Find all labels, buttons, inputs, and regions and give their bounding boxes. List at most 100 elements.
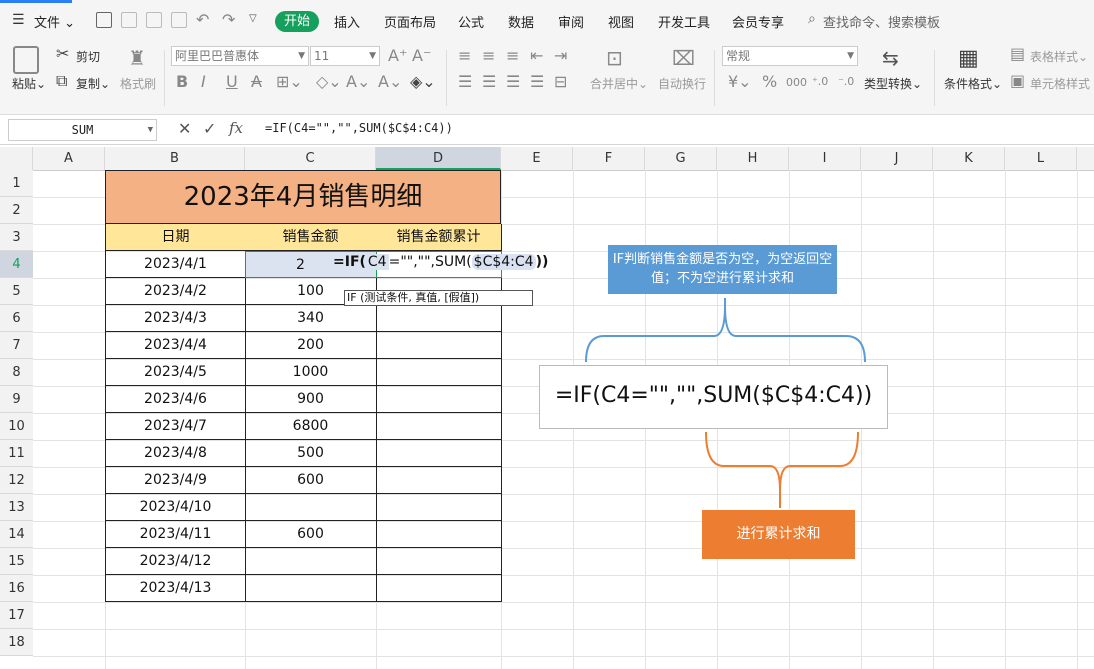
- cell-cumulative[interactable]: [376, 575, 502, 602]
- format-painter-button[interactable]: 格式刷: [120, 75, 156, 92]
- cell-cumulative[interactable]: [376, 386, 502, 413]
- justify-icon[interactable]: ☰: [530, 72, 544, 91]
- distribute-icon[interactable]: ⊟: [554, 72, 567, 91]
- row-header-17[interactable]: 17: [0, 602, 33, 629]
- cell-date[interactable]: 2023/4/1: [105, 251, 246, 278]
- cut-button[interactable]: 剪切: [76, 48, 100, 65]
- column-header-i[interactable]: I: [789, 147, 861, 170]
- column-header-g[interactable]: G: [645, 147, 717, 170]
- cell-date[interactable]: 2023/4/4: [105, 332, 246, 359]
- save-icon[interactable]: [96, 12, 112, 28]
- row-header-5[interactable]: 5: [0, 278, 33, 305]
- search-icon[interactable]: ⌕: [808, 11, 816, 27]
- tab-insert[interactable]: 插入: [334, 12, 360, 31]
- row-header-12[interactable]: 12: [0, 467, 33, 494]
- cell-cumulative[interactable]: [376, 359, 502, 386]
- confirm-icon[interactable]: ✓: [203, 119, 216, 138]
- redo-icon[interactable]: ↷: [222, 10, 235, 29]
- header-amount[interactable]: 销售金额: [245, 224, 377, 251]
- cell-date[interactable]: 2023/4/3: [105, 305, 246, 332]
- row-header-13[interactable]: 13: [0, 494, 33, 521]
- header-cumulative[interactable]: 销售金额累计: [376, 224, 502, 251]
- row-header-9[interactable]: 9: [0, 386, 33, 413]
- row-header-2[interactable]: 2: [0, 197, 33, 224]
- column-header-k[interactable]: K: [933, 147, 1005, 170]
- cell-cumulative[interactable]: [376, 467, 502, 494]
- cell-date[interactable]: 2023/4/13: [105, 575, 246, 602]
- align-bottom-icon[interactable]: ≡: [506, 46, 519, 65]
- thousands-icon[interactable]: 000: [786, 76, 807, 89]
- column-header-e[interactable]: E: [501, 147, 573, 170]
- cell-date[interactable]: 2023/4/9: [105, 467, 246, 494]
- column-header-a[interactable]: A: [33, 147, 105, 170]
- function-icon[interactable]: fx: [229, 119, 243, 137]
- name-box[interactable]: SUM ▼: [8, 119, 157, 141]
- cell-date[interactable]: 2023/4/12: [105, 548, 246, 575]
- tab-developer[interactable]: 开发工具: [658, 12, 710, 31]
- cell-amount[interactable]: [245, 548, 377, 575]
- type-convert-button[interactable]: 类型转换⌄: [864, 75, 922, 92]
- column-header-j[interactable]: J: [861, 147, 933, 170]
- font-grow-icon[interactable]: A⁺: [388, 46, 407, 65]
- eraser-icon[interactable]: ◈⌄: [410, 72, 436, 91]
- cancel-icon[interactable]: ✕: [178, 119, 191, 138]
- font-color-icon[interactable]: A⌄: [346, 72, 370, 91]
- align-left-icon[interactable]: ☰: [458, 72, 472, 91]
- align-center-icon[interactable]: ☰: [482, 72, 496, 91]
- formula-input[interactable]: =IF(C4="","",SUM($C$4:C4)): [265, 121, 453, 135]
- currency-icon[interactable]: ¥⌄: [728, 72, 752, 91]
- print-icon[interactable]: [146, 12, 162, 28]
- strikethrough-icon[interactable]: A: [251, 72, 262, 91]
- column-header-b[interactable]: B: [105, 147, 245, 170]
- cell-amount[interactable]: 600: [245, 521, 377, 548]
- cell-date[interactable]: 2023/4/10: [105, 494, 246, 521]
- bold-icon[interactable]: B: [176, 72, 188, 91]
- paste-icon[interactable]: [13, 46, 39, 74]
- row-header-7[interactable]: 7: [0, 332, 33, 359]
- cell-amount[interactable]: 600: [245, 467, 377, 494]
- row-header-16[interactable]: 16: [0, 575, 33, 602]
- table-title[interactable]: 2023年4月销售明细: [105, 170, 501, 224]
- conditional-format-button[interactable]: 条件格式⌄: [944, 75, 1002, 92]
- hamburger-icon[interactable]: ☰: [12, 12, 25, 28]
- tab-formulas[interactable]: 公式: [458, 12, 484, 31]
- wrap-text-button[interactable]: 自动换行: [658, 75, 706, 92]
- cell-date[interactable]: 2023/4/11: [105, 521, 246, 548]
- table-style-button[interactable]: 表格样式⌄: [1030, 48, 1088, 65]
- font-name-select[interactable]: 阿里巴巴普惠体 ▼: [171, 46, 309, 66]
- align-right-icon[interactable]: ☰: [506, 72, 520, 91]
- border-icon[interactable]: ⊞⌄: [276, 72, 303, 91]
- merge-center-button[interactable]: 合并居中⌄: [590, 75, 648, 92]
- row-header-15[interactable]: 15: [0, 548, 33, 575]
- column-header-c[interactable]: C: [245, 147, 376, 170]
- quick-access-dropdown-icon[interactable]: ▽: [249, 13, 257, 24]
- cell-style-button[interactable]: 单元格样式: [1030, 75, 1090, 92]
- number-format-select[interactable]: 常规 ▼: [722, 46, 858, 66]
- column-header-f[interactable]: F: [573, 147, 645, 170]
- tab-home[interactable]: 开始: [275, 11, 319, 32]
- cell-amount[interactable]: [245, 494, 377, 521]
- cell-date[interactable]: 2023/4/8: [105, 440, 246, 467]
- cell-edit-formula[interactable]: =IF(C4 ="","",SUM($C$4:C4)): [333, 254, 548, 270]
- tab-page-layout[interactable]: 页面布局: [384, 12, 436, 31]
- font-size-select[interactable]: 11 ▼: [310, 46, 380, 66]
- cell-cumulative[interactable]: [376, 413, 502, 440]
- tab-member[interactable]: 会员专享: [732, 12, 784, 31]
- cell-cumulative[interactable]: [376, 494, 502, 521]
- export-icon[interactable]: [121, 12, 137, 28]
- cell-cumulative[interactable]: [376, 548, 502, 575]
- cell-date[interactable]: 2023/4/5: [105, 359, 246, 386]
- indent-decrease-icon[interactable]: ⇤: [530, 46, 543, 65]
- column-header-h[interactable]: H: [717, 147, 789, 170]
- row-header-6[interactable]: 6: [0, 305, 33, 332]
- cell-amount[interactable]: 1000: [245, 359, 377, 386]
- font-shrink-icon[interactable]: A⁻: [412, 46, 431, 65]
- row-header-8[interactable]: 8: [0, 359, 33, 386]
- search-command[interactable]: 查找命令、搜索模板: [823, 12, 940, 31]
- indent-increase-icon[interactable]: ⇥: [554, 46, 567, 65]
- row-header-11[interactable]: 11: [0, 440, 33, 467]
- cell-date[interactable]: 2023/4/2: [105, 278, 246, 305]
- increase-decimal-icon[interactable]: ⁺.0: [812, 75, 828, 88]
- row-header-1[interactable]: 1: [0, 170, 33, 197]
- cell-amount[interactable]: 900: [245, 386, 377, 413]
